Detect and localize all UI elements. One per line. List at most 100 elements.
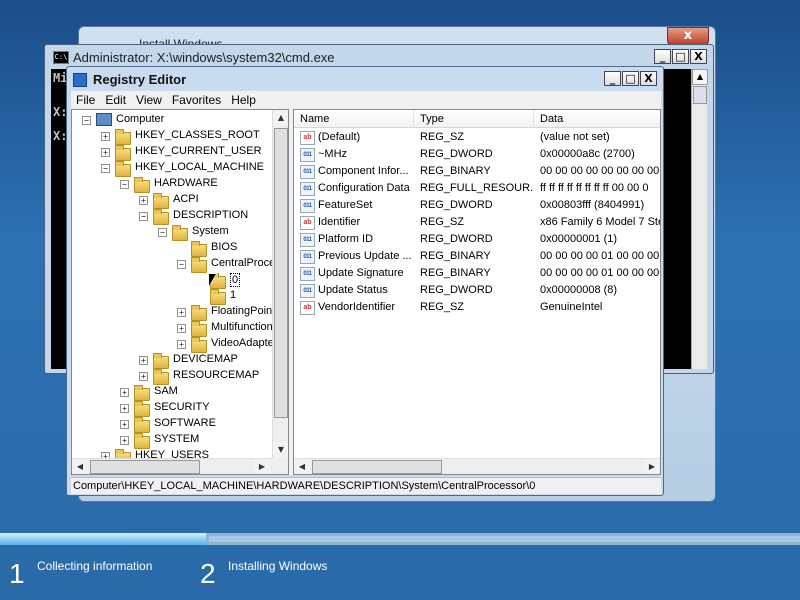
expand-icon[interactable]: + <box>120 404 129 413</box>
values-list[interactable]: Name Type Data ab (Default) REG_SZ (value n… <box>293 109 661 475</box>
list-horizontal-scrollbar[interactable]: ◀ ▶ <box>294 458 660 474</box>
tree-node-label: Multifunction <box>211 321 273 333</box>
step-2-number: 2 <box>200 558 216 589</box>
tree-node-label: HARDWARE <box>154 177 218 189</box>
expand-icon[interactable]: + <box>177 324 186 333</box>
value-row[interactable]: 011 Platform ID REG_DWORD 0x00000001 (1) <box>294 231 660 248</box>
menu-edit[interactable]: Edit <box>100 91 131 109</box>
tree-node-label: CentralProce <box>211 257 276 269</box>
cmd-scroll-thumb[interactable] <box>693 86 707 104</box>
value-data: 0x00000a8c (2700) <box>540 148 635 160</box>
scroll-left-arrow-icon[interactable]: ◀ <box>72 459 88 474</box>
tree-node-label: SAM <box>154 385 178 397</box>
expand-icon[interactable]: + <box>177 308 186 317</box>
registry-editor-icon <box>73 73 87 87</box>
value-row[interactable]: ab (Default) REG_SZ (value not set) <box>294 129 660 146</box>
scroll-up-arrow-icon[interactable]: ▲ <box>692 69 708 85</box>
value-name: (Default) <box>318 131 361 143</box>
value-row[interactable]: 011 Component Infor... REG_BINARY 00 00 00 … <box>294 163 661 180</box>
value-name: Configuration Data <box>318 182 410 194</box>
value-data: 00 00 00 00 01 00 00 00 <box>540 250 660 262</box>
cmd-icon: C:\ <box>53 51 69 64</box>
value-data: 00 00 00 00 00 00 00 00 ( <box>540 165 661 177</box>
menu-file[interactable]: File <box>71 91 100 109</box>
computer-icon <box>96 113 112 126</box>
column-header-type[interactable]: Type <box>414 110 534 128</box>
tree-node-label: BIOS <box>211 241 238 253</box>
expand-icon[interactable]: + <box>139 196 148 205</box>
expand-icon[interactable]: + <box>120 388 129 397</box>
value-row[interactable]: 011 Update Signature REG_BINARY 00 00 00 00… <box>294 265 660 282</box>
folder-icon <box>191 241 207 257</box>
expand-icon[interactable]: + <box>177 340 186 349</box>
tree-node-label: DESCRIPTION <box>173 209 249 221</box>
menu-view[interactable]: View <box>131 91 167 109</box>
folder-icon <box>191 305 207 321</box>
cmd-minimize-button[interactable]: _ <box>654 49 671 64</box>
expand-icon[interactable]: + <box>120 436 129 445</box>
value-row[interactable]: 011 ~MHz REG_DWORD 0x00000a8c (2700) <box>294 146 660 163</box>
cmd-close-button[interactable]: X <box>690 49 707 64</box>
folder-icon <box>134 401 150 417</box>
tree-vertical-scrollbar[interactable]: ▲ ▼ <box>272 110 288 458</box>
binary-value-icon: 011 <box>300 199 315 213</box>
registry-maximize-button[interactable]: □ <box>622 71 639 86</box>
binary-value-icon: 011 <box>300 250 315 264</box>
tree-vscroll-thumb[interactable] <box>274 128 288 418</box>
tree-horizontal-scrollbar[interactable]: ◀ ▶ <box>72 458 272 474</box>
tree-node-label: VideoAdapte <box>211 337 274 349</box>
expand-icon[interactable]: + <box>101 132 110 141</box>
collapse-icon[interactable]: − <box>120 180 129 189</box>
install-windows-close-button[interactable]: x <box>667 27 709 45</box>
value-type: REG_SZ <box>420 301 465 313</box>
cmd-scrollbar[interactable]: ▲ <box>691 69 708 369</box>
tree-hscroll-thumb[interactable] <box>90 460 200 474</box>
scroll-down-arrow-icon[interactable]: ▼ <box>273 442 288 458</box>
tree-node-label: SECURITY <box>154 401 210 413</box>
value-name: Platform ID <box>318 233 374 245</box>
collapse-icon[interactable]: − <box>177 260 186 269</box>
registry-minimize-button[interactable]: _ <box>604 71 621 86</box>
cmd-titlebar[interactable]: C:\ Administrator: X:\windows\system32\c… <box>51 49 707 67</box>
cmd-maximize-button[interactable]: □ <box>672 49 689 64</box>
string-value-icon: ab <box>300 131 315 145</box>
value-type: REG_BINARY <box>420 165 491 177</box>
value-row[interactable]: ab Identifier REG_SZ x86 Family 6 Model 7 S… <box>294 214 660 231</box>
value-row[interactable]: 011 Configuration Data REG_FULL_RESOUR... f… <box>294 180 660 197</box>
collapse-icon[interactable]: − <box>158 228 167 237</box>
value-row[interactable]: ab VendorIdentifier REG_SZ GenuineIntel <box>294 299 660 316</box>
value-row[interactable]: 011 Previous Update ... REG_BINARY 00 00 00… <box>294 248 660 265</box>
value-type: REG_DWORD <box>420 284 493 296</box>
scroll-right-arrow-icon[interactable]: ▶ <box>644 459 660 474</box>
column-header-data[interactable]: Data <box>534 110 660 128</box>
registry-titlebar[interactable]: Registry Editor _ □ X <box>71 70 657 90</box>
folder-icon <box>172 225 188 241</box>
registry-tree[interactable]: − Computer + HKEY_CLASSES_ROOT + HKEY_CURRENT… <box>71 109 289 475</box>
tree-node-label: HKEY_LOCAL_MACHINE <box>135 161 264 173</box>
column-header-name[interactable]: Name <box>294 110 414 128</box>
expand-icon[interactable]: + <box>139 356 148 365</box>
registry-close-button[interactable]: X <box>640 71 657 86</box>
expand-icon[interactable]: + <box>139 372 148 381</box>
collapse-icon[interactable]: − <box>101 164 110 173</box>
folder-icon <box>191 257 207 273</box>
list-hscroll-thumb[interactable] <box>312 460 442 474</box>
collapse-icon[interactable]: − <box>82 116 91 125</box>
folder-icon <box>134 385 150 401</box>
folder-icon <box>134 417 150 433</box>
value-name: Update Status <box>318 284 388 296</box>
collapse-icon[interactable]: − <box>139 212 148 221</box>
value-row[interactable]: 011 Update Status REG_DWORD 0x00000008 (8) <box>294 282 660 299</box>
tree-node-label: HKEY_CLASSES_ROOT <box>135 129 260 141</box>
cmd-title: Administrator: X:\windows\system32\cmd.e… <box>73 50 335 65</box>
scroll-left-arrow-icon[interactable]: ◀ <box>294 459 310 474</box>
scroll-up-arrow-icon[interactable]: ▲ <box>273 110 288 126</box>
tree-node-label: SYSTEM <box>154 433 200 445</box>
value-row[interactable]: 011 FeatureSet REG_DWORD 0x00803fff (840499… <box>294 197 660 214</box>
scroll-right-arrow-icon[interactable]: ▶ <box>254 459 270 474</box>
menu-help[interactable]: Help <box>226 91 261 109</box>
expand-icon[interactable]: + <box>101 148 110 157</box>
expand-icon[interactable]: + <box>120 420 129 429</box>
menu-favorites[interactable]: Favorites <box>167 91 226 109</box>
value-type: REG_DWORD <box>420 233 493 245</box>
